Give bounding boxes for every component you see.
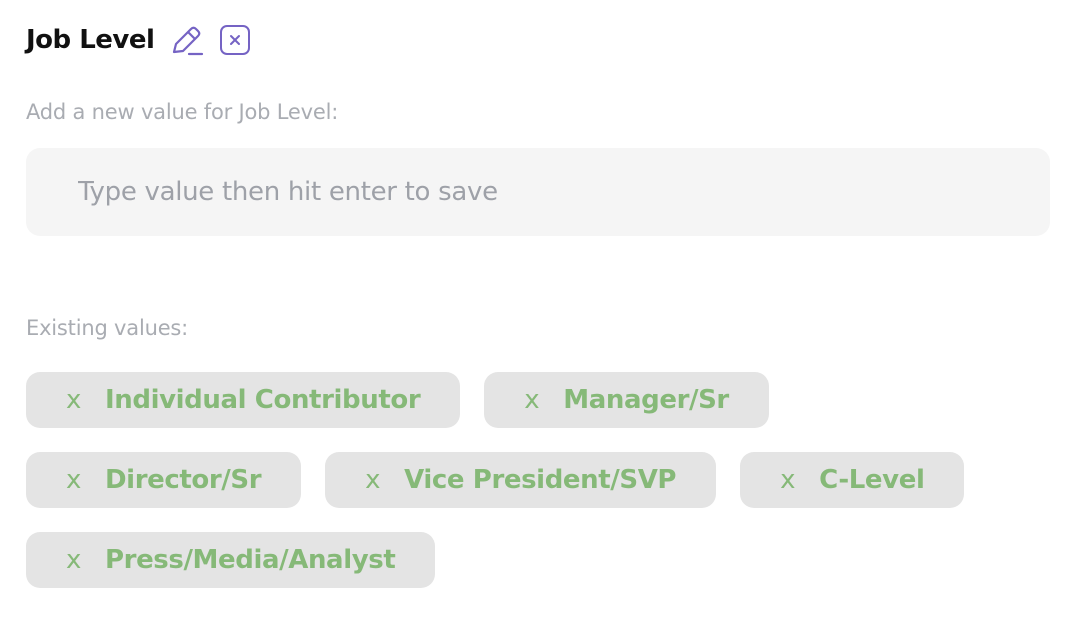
value-chip: x Individual Contributor [26,372,461,428]
value-chip-label: Press/Media/Analyst [105,545,396,575]
pencil-icon[interactable] [170,22,204,58]
value-chip-label: Director/Sr [105,465,262,495]
value-chip: x Press/Media/Analyst [26,532,436,588]
value-chip: x Manager/Sr [484,372,769,428]
page-title: Job Level [26,25,155,55]
value-chip-label: Individual Contributor [105,385,421,415]
add-value-field [26,148,1050,236]
add-value-input[interactable] [26,148,1050,236]
remove-value-button[interactable]: x [66,545,81,575]
remove-value-button[interactable]: x [524,385,539,415]
value-chip-label: Vice President/SVP [404,465,677,495]
close-icon[interactable] [220,25,251,55]
value-chip: x Director/Sr [26,452,302,508]
value-chip: x C-Level [740,452,965,508]
remove-value-button[interactable]: x [365,465,380,495]
header: Job Level [26,20,251,60]
value-chip: x Vice President/SVP [325,452,717,508]
remove-value-button[interactable]: x [66,385,81,415]
add-value-label: Add a new value for Job Level: [26,100,339,124]
value-chip-label: C-Level [819,465,925,495]
existing-values-list: x Individual Contributor x Manager/Sr x Direc… [26,372,1066,588]
existing-values-label: Existing values: [26,316,189,340]
remove-value-button[interactable]: x [66,465,81,495]
remove-value-button[interactable]: x [780,465,795,495]
value-chip-label: Manager/Sr [563,385,729,415]
